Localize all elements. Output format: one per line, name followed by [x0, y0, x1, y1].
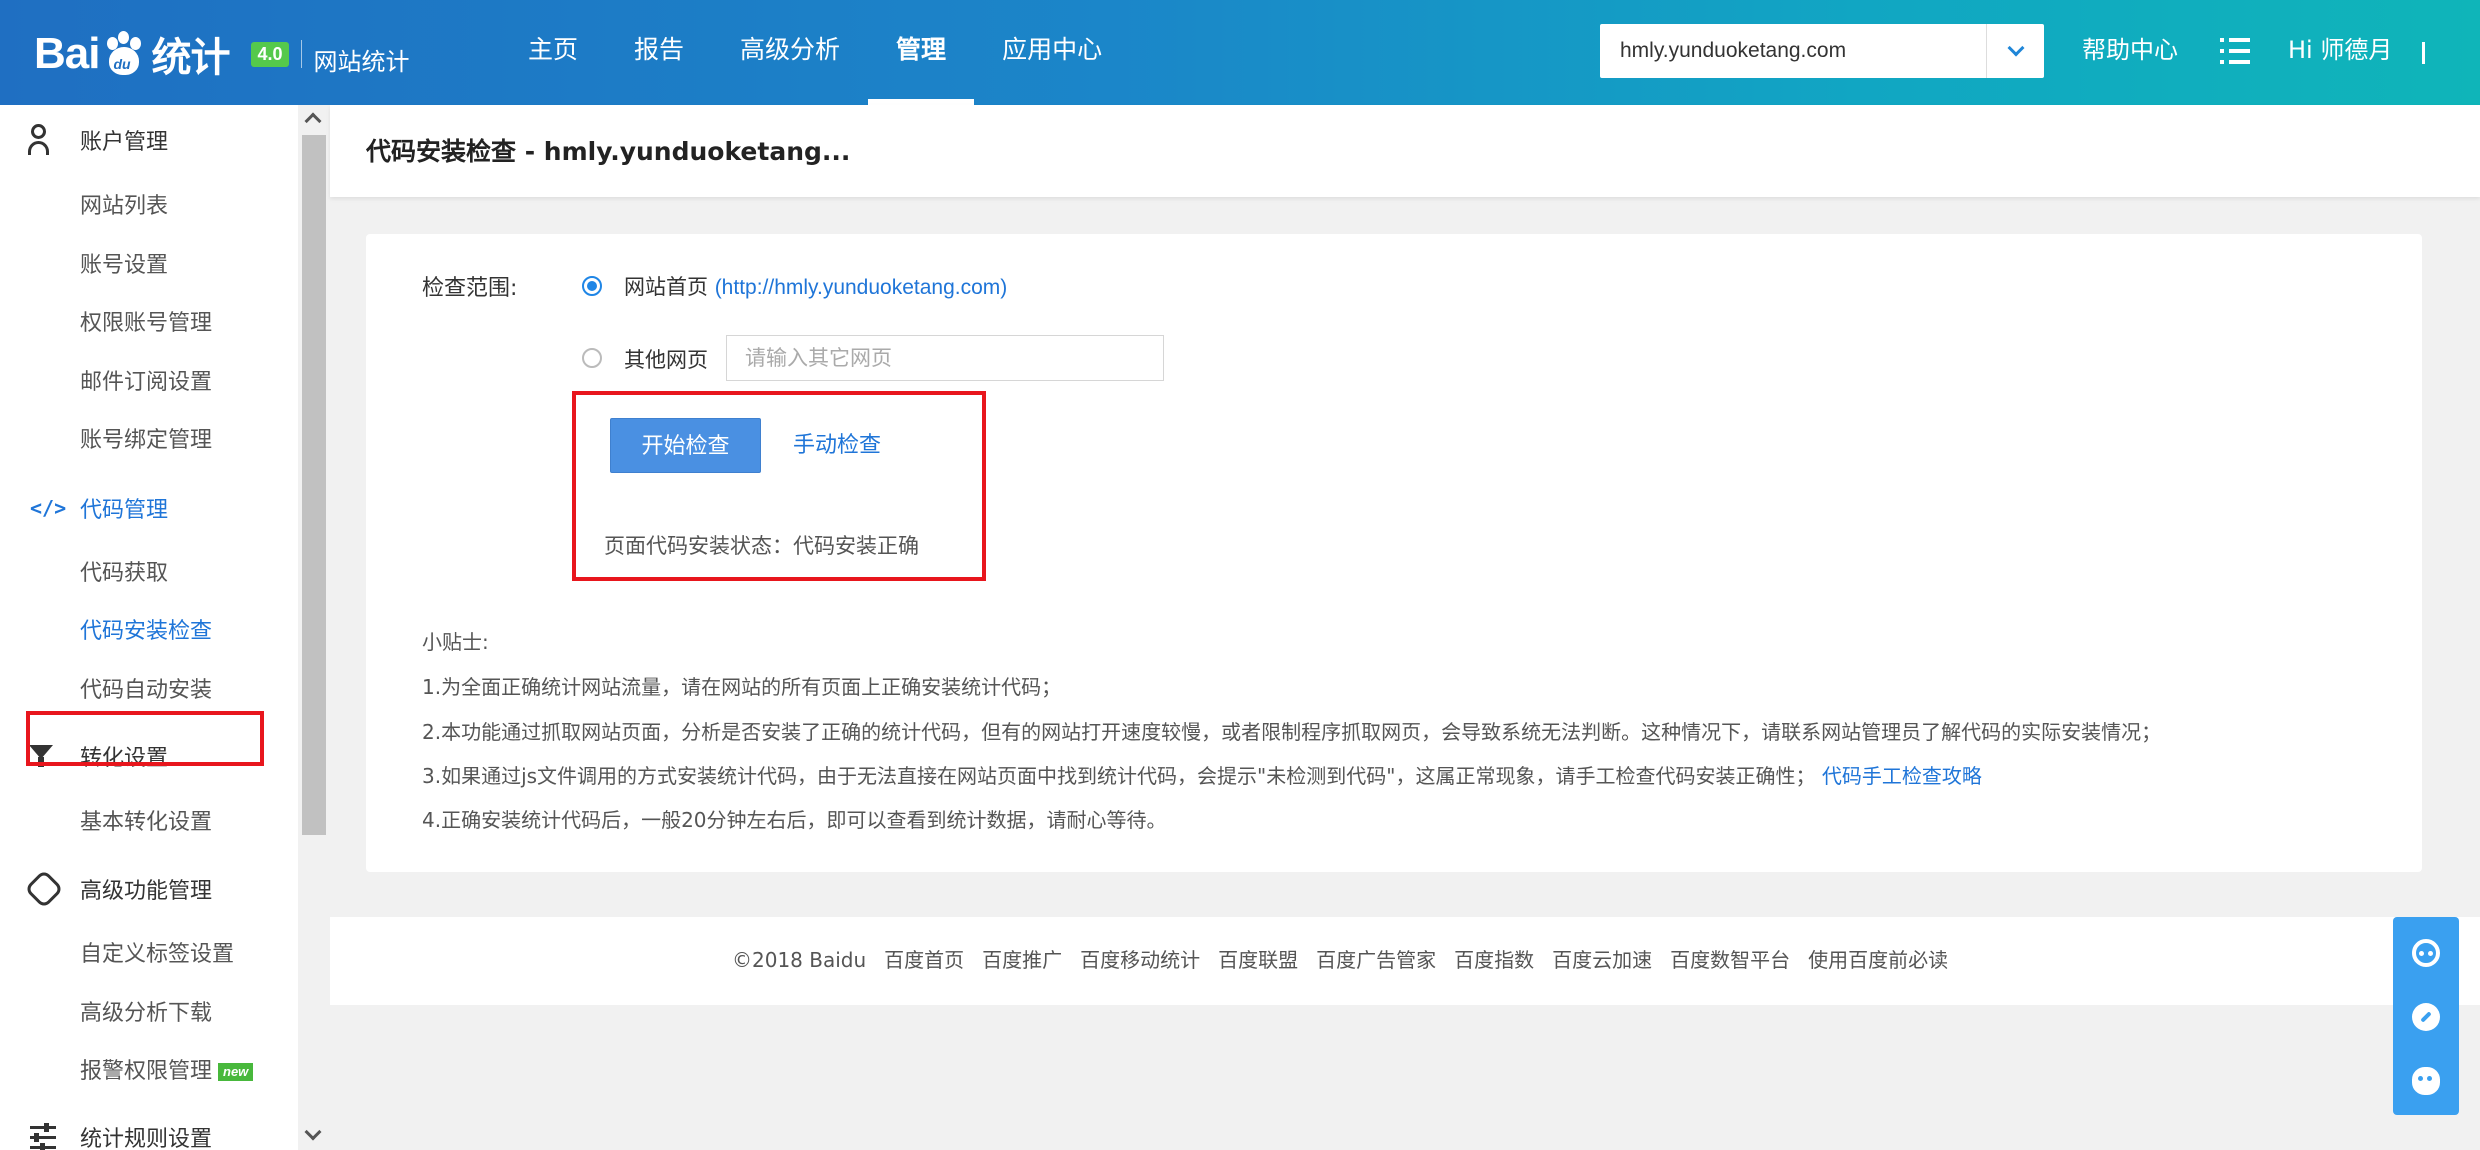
- baidu-paw-icon: du: [101, 31, 147, 77]
- chat-bubble-icon[interactable]: [2412, 939, 2440, 967]
- user-greeting[interactable]: Hi 师德月: [2288, 0, 2392, 100]
- sidebar-item-site-list[interactable]: 网站列表: [80, 178, 168, 236]
- baidu-tongji-logo[interactable]: Bai du 统计 4.0 网站统计: [34, 26, 410, 82]
- option-home-label: 网站首页: [624, 275, 708, 299]
- site-select[interactable]: hmly.yunduoketang.com: [1600, 24, 2044, 78]
- sidebar: 账户管理 网站列表 账号设置 权限账号管理 邮件订阅设置 账号绑定管理 </> …: [0, 105, 330, 1150]
- logo-text-b: 统计: [151, 36, 230, 80]
- sidebar-group-label: 统计规则设置: [80, 1127, 213, 1150]
- scroll-up-icon[interactable]: [304, 112, 322, 130]
- new-badge: new: [218, 1063, 254, 1081]
- puzzle-icon: [0, 860, 80, 918]
- sidebar-item-analysis-download[interactable]: 高级分析下载: [80, 985, 212, 1043]
- active-item-highlight: [26, 711, 264, 766]
- page-title-bar: 代码安装检查 - hmly.yunduoketang...: [330, 105, 2480, 197]
- sidebar-group-label: 账户管理: [80, 130, 169, 155]
- sidebar-group-label: 代码管理: [80, 498, 169, 523]
- sidebar-item-basic-conversion[interactable]: 基本转化设置: [80, 794, 212, 852]
- help-center-link[interactable]: 帮助中心: [2082, 0, 2178, 100]
- footer-link[interactable]: 百度广告管家: [1316, 917, 1436, 1003]
- other-page-input[interactable]: [726, 335, 1164, 381]
- footer-copyright: ©2018 Baidu: [732, 948, 867, 972]
- edit-feedback-icon[interactable]: [2412, 1003, 2440, 1031]
- logo-divider: [300, 40, 302, 68]
- tip-1: 1.为全面正确统计网站流量，请在网站的所有页面上正确安装统计代码；: [422, 675, 1062, 699]
- sidebar-item-permission-accounts[interactable]: 权限账号管理: [80, 295, 212, 353]
- nav-manage[interactable]: 管理: [868, 0, 975, 105]
- sidebar-item-account-settings[interactable]: 账号设置: [80, 237, 168, 295]
- footer-link[interactable]: 百度首页: [884, 917, 964, 1003]
- user-icon: [0, 111, 80, 169]
- list-menu-icon[interactable]: [2220, 38, 2250, 64]
- radio-other-page[interactable]: [582, 348, 602, 368]
- sidebar-item-email-subscription[interactable]: 邮件订阅设置: [80, 354, 212, 412]
- footer-link[interactable]: 百度云加速: [1552, 917, 1652, 1003]
- footer-link[interactable]: 百度推广: [982, 917, 1062, 1003]
- logo-subtitle: 网站统计: [313, 47, 410, 76]
- sidebar-group-code[interactable]: </> 代码管理: [0, 479, 298, 537]
- chevron-down-icon: [2007, 39, 2024, 57]
- check-range-label: 检查范围:: [422, 276, 518, 301]
- sidebar-group-rules[interactable]: 统计规则设置: [0, 1108, 298, 1150]
- logo-text-a: Bai: [34, 29, 100, 78]
- tip-2: 2.本功能通过抓取网站页面，分析是否安装了正确的统计代码，但有的网站打开速度较慢…: [422, 720, 2162, 744]
- logo-paw-text: du: [113, 56, 131, 72]
- option-home-page[interactable]: 网站首页 (http://hmly.yunduoketang.com): [624, 271, 1007, 301]
- radio-home-page[interactable]: [582, 276, 602, 296]
- tip-3: 3.如果通过js文件调用的方式安装统计代码，由于无法直接在网站页面中找到统计代码…: [422, 760, 1982, 789]
- install-check-card: 检查范围: 网站首页 (http://hmly.yunduoketang.com…: [366, 234, 2422, 872]
- scrollbar-thumb[interactable]: [302, 135, 326, 835]
- site-select-value: hmly.yunduoketang.com: [1620, 39, 1847, 62]
- sidebar-group-advanced[interactable]: 高级功能管理: [0, 860, 298, 918]
- sidebar-group-account[interactable]: 账户管理: [0, 111, 298, 169]
- option-home-url: (http://hmly.yunduoketang.com): [714, 276, 1008, 299]
- scroll-down-icon[interactable]: [304, 1123, 322, 1141]
- sidebar-item-alert-permission[interactable]: 报警权限管理 new: [80, 1043, 254, 1101]
- option-other-label[interactable]: 其他网页: [624, 344, 708, 374]
- sidebar-group-label: 高级功能管理: [80, 879, 213, 904]
- manual-check-guide-link[interactable]: 代码手工检查攻略: [1822, 764, 1982, 788]
- footer-links: ©2018 Baidu 百度首页 百度推广 百度移动统计 百度联盟 百度广告管家…: [732, 917, 1948, 1003]
- top-header: Bai du 统计 4.0 网站统计 主页 报告 高级分析 管理 应用中心 hm…: [0, 0, 2480, 105]
- footer-link[interactable]: 使用百度前必读: [1808, 917, 1948, 1003]
- sidebar-item-account-binding[interactable]: 账号绑定管理: [80, 412, 212, 470]
- chevron-down-icon: [2422, 42, 2425, 64]
- install-status-text: 页面代码安装状态：代码安装正确: [604, 534, 919, 558]
- footer-link[interactable]: 百度数智平台: [1670, 917, 1790, 1003]
- tips-title: 小贴士:: [422, 630, 489, 654]
- floating-service-bar: [2393, 917, 2459, 1115]
- sliders-icon: [0, 1108, 80, 1150]
- footer-link[interactable]: 百度移动统计: [1080, 917, 1200, 1003]
- sidebar-scrollbar[interactable]: [298, 105, 330, 1150]
- manual-check-link[interactable]: 手动检查: [793, 418, 881, 473]
- footer-link[interactable]: 百度联盟: [1218, 917, 1298, 1003]
- user-menu-toggle[interactable]: [2422, 42, 2425, 64]
- sidebar-item-code-install-check[interactable]: 代码安装检查: [80, 603, 212, 661]
- sidebar-item-custom-tags[interactable]: 自定义标签设置: [80, 926, 234, 984]
- page-title: 代码安装检查 - hmly.yunduoketang...: [366, 137, 851, 166]
- version-badge: 4.0: [251, 41, 289, 67]
- nav-reports[interactable]: 报告: [606, 0, 712, 105]
- sidebar-item-code-get[interactable]: 代码获取: [80, 545, 168, 603]
- nav-advanced-analysis[interactable]: 高级分析: [712, 0, 868, 105]
- footer-link[interactable]: 百度指数: [1454, 917, 1534, 1003]
- tip-4: 4.正确安装统计代码后，一般20分钟左右后，即可以查看到统计数据，请耐心等待。: [422, 808, 1167, 832]
- start-check-button[interactable]: 开始检查: [610, 418, 761, 473]
- tip-3-text: 3.如果通过js文件调用的方式安装统计代码，由于无法直接在网站页面中找到统计代码…: [422, 764, 1816, 788]
- code-icon: </>: [30, 496, 67, 520]
- main-nav: 主页 报告 高级分析 管理 应用中心: [500, 0, 1130, 105]
- sidebar-item-label: 报警权限管理: [80, 1059, 213, 1084]
- site-select-toggle[interactable]: [1986, 24, 2044, 78]
- nav-home[interactable]: 主页: [500, 0, 606, 105]
- wechat-icon[interactable]: [2412, 1067, 2440, 1095]
- footer: ©2018 Baidu 百度首页 百度推广 百度移动统计 百度联盟 百度广告管家…: [330, 917, 2480, 1005]
- nav-app-center[interactable]: 应用中心: [974, 0, 1130, 105]
